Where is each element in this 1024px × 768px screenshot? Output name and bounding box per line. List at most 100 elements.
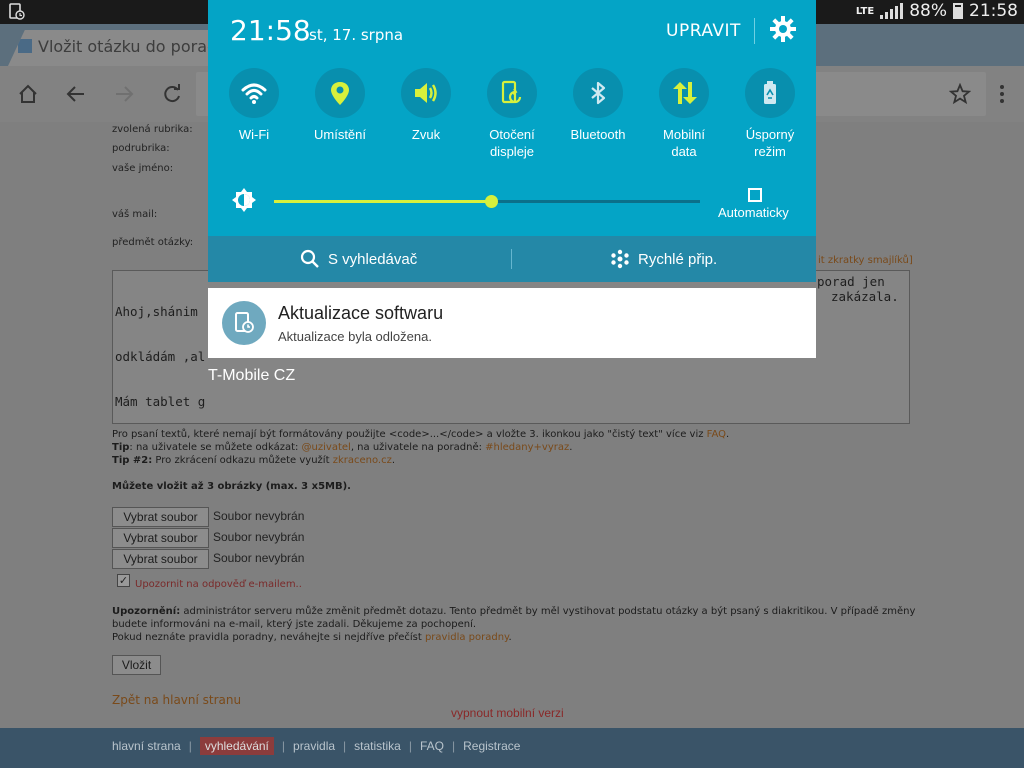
panel-date: st, 17. srpna: [309, 26, 404, 44]
tile-label: Mobilní data: [663, 127, 705, 159]
search-icon: [300, 249, 319, 268]
disable-mobile-link[interactable]: vypnout mobilní verzi: [451, 706, 564, 720]
auto-brightness-checkbox[interactable]: [748, 188, 762, 202]
quick-connect-icon: [611, 249, 629, 269]
rules-end: .: [508, 632, 512, 643]
rotate-icon: [487, 68, 537, 118]
tile-location[interactable]: Umístění: [297, 68, 383, 143]
notification-subtitle: Aktualizace byla odložena.: [278, 329, 432, 344]
tile-label: Bluetooth: [570, 127, 626, 142]
tile-label: Umístění: [313, 127, 366, 142]
quick-settings-panel: 21:58 st, 17. srpna UPRAVIT Wi-Fi Umístě…: [208, 0, 816, 236]
smileys-link[interactable]: it zkratky smajlíků]: [818, 255, 913, 266]
tip-end: .: [569, 442, 573, 453]
settings-gear-icon[interactable]: [768, 14, 800, 46]
mobile-data-icon: [659, 68, 709, 118]
footer-nav: hlavní strana | vyhledávání | pravidla | stati…: [112, 737, 521, 755]
warning-label: Upozornění:: [112, 606, 181, 617]
download-notification-icon: [8, 3, 26, 26]
footer-link-faq[interactable]: FAQ: [420, 739, 444, 753]
network-type: LTE: [855, 5, 875, 17]
choose-file-button-1[interactable]: Vybrat soubor: [112, 507, 209, 527]
browser-tab[interactable]: Vložit otázku do poradny: [8, 30, 218, 66]
hint-text: Pro psaní textů, které nemají být formát…: [112, 429, 707, 440]
edit-button[interactable]: UPRAVIT: [666, 21, 741, 41]
footer-link-stats[interactable]: statistika: [354, 739, 401, 753]
rules-text: Pokud neznáte pravidla poradny, neváhejt…: [112, 632, 425, 643]
bluetooth-icon: [573, 68, 623, 118]
s-finder-button[interactable]: S vyhledávač: [300, 249, 417, 269]
auto-brightness-label: Automaticky: [718, 205, 789, 220]
software-update-icon: [222, 301, 266, 345]
file-status-3: Soubor nevybrán: [213, 551, 305, 565]
home-icon[interactable]: [14, 80, 42, 108]
tip2-end: .: [391, 455, 396, 466]
footer-link-home[interactable]: hlavní strana: [112, 739, 181, 753]
shortener-link[interactable]: zkraceno.cz: [333, 455, 392, 466]
tile-mobile-data[interactable]: Mobilní data: [641, 68, 727, 160]
forward-icon[interactable]: [110, 80, 138, 108]
tile-power-saving[interactable]: Úsporný režim: [727, 68, 813, 160]
quick-connect-button[interactable]: Rychlé přip.: [610, 249, 717, 269]
label-name: vaše jméno:: [112, 163, 174, 174]
divider: [754, 18, 755, 44]
notification-card[interactable]: Aktualizace softwaru Aktualizace byla od…: [208, 288, 816, 358]
carrier-label: T-Mobile CZ: [208, 367, 296, 384]
submit-button[interactable]: Vložit: [112, 655, 161, 675]
tile-label: Zvuk: [411, 127, 441, 142]
quick-connect-label: Rychlé přip.: [638, 250, 718, 268]
brightness-slider-fill: [274, 200, 492, 203]
label-subject: předmět otázky:: [112, 237, 194, 248]
footer-link-search[interactable]: vyhledávání: [199, 737, 274, 755]
brightness-icon: [230, 186, 258, 214]
power-saving-icon: [745, 68, 795, 118]
rules-link[interactable]: pravidla poradny: [425, 632, 509, 643]
star-icon[interactable]: [946, 80, 974, 108]
user-mention-link[interactable]: @uzivatel: [302, 442, 351, 453]
status-time: 21:58: [969, 1, 1018, 21]
choose-file-button-2[interactable]: Vybrat soubor: [112, 528, 209, 548]
battery-icon: [953, 3, 963, 19]
notify-label: Upozornit na odpověď e-mailem..: [135, 579, 302, 590]
faq-link[interactable]: FAQ: [707, 429, 726, 440]
tip-text: : na uživatele se můžete odkázat:: [129, 442, 302, 453]
tip-shortener: Tip #2: Pro zkrácení odkazu můžete využí…: [112, 455, 395, 466]
footer-link-rules[interactable]: pravidla: [293, 739, 335, 753]
tile-rotation[interactable]: Otočení displeje: [469, 68, 555, 160]
tab-title: Vložit otázku do poradny: [38, 37, 218, 56]
location-icon: [315, 68, 365, 118]
rules-line: Pokud neznáte pravidla poradny, neváhejt…: [112, 632, 512, 643]
s-finder-label: S vyhledávač: [328, 250, 418, 268]
tile-label: Otočení displeje: [489, 127, 535, 159]
textarea-line: Mám tablet g: [115, 394, 206, 409]
footer-link-register[interactable]: Registrace: [463, 739, 520, 753]
battery-percent: 88%: [909, 1, 947, 21]
tip-label: Tip: [112, 442, 130, 453]
warning-line-2: budete informováni na e-mail, který jste…: [112, 619, 477, 630]
warning-text: administrátor serveru může změnit předmě…: [180, 606, 916, 617]
hashtag-link[interactable]: #hledany+vyraz: [485, 442, 569, 453]
signal-icon: [880, 3, 904, 19]
textarea-line: zakázala.: [831, 289, 899, 304]
back-home-link[interactable]: Zpět na hlavní stranu: [112, 693, 241, 707]
menu-icon[interactable]: [988, 80, 1016, 108]
tile-label: Úsporný režim: [745, 127, 795, 159]
label-subrubric: podrubrika:: [112, 143, 170, 154]
reload-icon[interactable]: [158, 80, 186, 108]
tile-bluetooth[interactable]: Bluetooth: [555, 68, 641, 143]
label-rubric: zvolená rubrika:: [112, 124, 193, 135]
tile-sound[interactable]: Zvuk: [383, 68, 469, 143]
quick-actions-bar: S vyhledávač Rychlé přip.: [208, 236, 816, 282]
wifi-icon: [229, 68, 279, 118]
bar-divider: [511, 249, 512, 269]
notify-checkbox[interactable]: ✓: [117, 574, 130, 587]
tip-mention: Tip: na uživatele se můžete odkázat: @uz…: [112, 442, 572, 453]
panel-time: 21:58: [230, 14, 311, 47]
file-status-2: Soubor nevybrán: [213, 530, 305, 544]
tile-wifi[interactable]: Wi-Fi: [211, 68, 297, 143]
brightness-slider-thumb[interactable]: [485, 195, 499, 208]
choose-file-button-3[interactable]: Vybrat soubor: [112, 549, 209, 569]
favicon-icon: [18, 39, 32, 53]
label-email: váš mail:: [112, 209, 158, 220]
back-icon[interactable]: [62, 80, 90, 108]
